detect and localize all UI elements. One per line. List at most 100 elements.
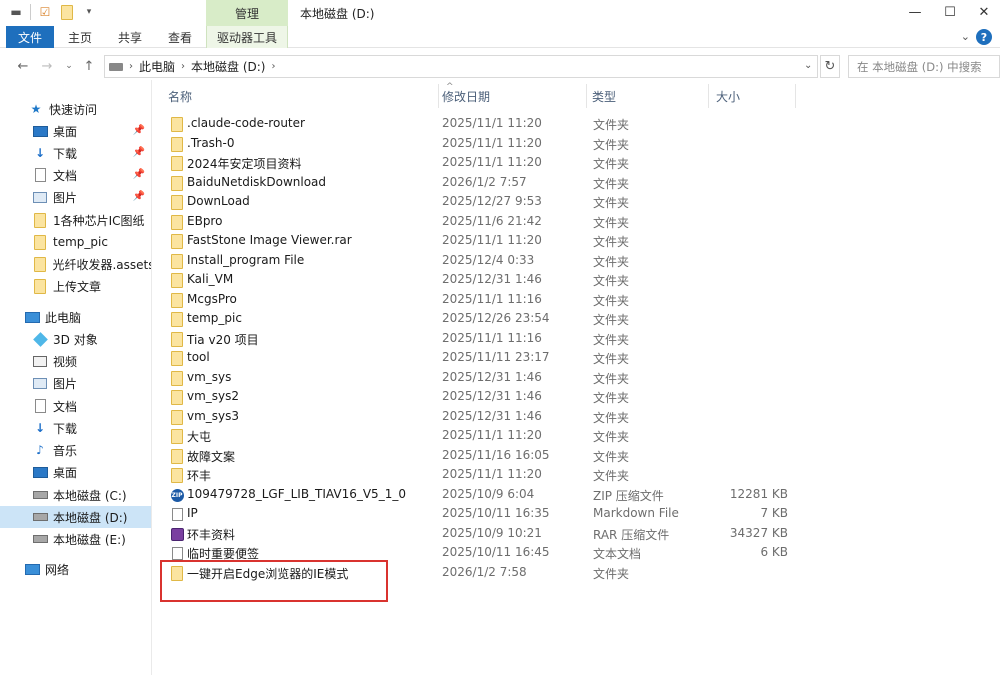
sidebar-label: 图片	[53, 190, 78, 205]
file-type: 文件夹	[593, 391, 630, 405]
sidebar-item-temp-pic[interactable]: temp_pic	[0, 231, 151, 253]
file-row[interactable]: Tia v20 项目 2025/11/1 11:16 文件夹	[152, 329, 1000, 349]
sidebar-item-quick-access[interactable]: ★ 快速访问	[0, 98, 151, 120]
file-row[interactable]: FastStone Image Viewer.rar 2025/11/1 11:2…	[152, 231, 1000, 251]
address-dropdown-icon[interactable]: ⌄	[804, 60, 812, 71]
close-icon[interactable]: ✕	[974, 3, 994, 21]
file-date: 2025/11/11 23:17	[442, 350, 550, 364]
sidebar-item-fiber-assets[interactable]: 光纤收发器.assets	[0, 253, 151, 275]
chevron-right-icon[interactable]: ›	[271, 61, 275, 72]
tab-drive-tools[interactable]: 驱动器工具	[206, 26, 288, 48]
pin-icon[interactable]: 📌	[133, 169, 145, 180]
chevron-right-icon[interactable]: ›	[181, 61, 185, 72]
file-row[interactable]: tool 2025/11/11 23:17 文件夹	[152, 348, 1000, 368]
column-name[interactable]: 名称	[152, 84, 438, 108]
pin-icon[interactable]: 📌	[133, 147, 145, 158]
file-row[interactable]: McgsPro 2025/11/1 11:16 文件夹	[152, 290, 1000, 310]
maximize-icon[interactable]: ☐	[940, 3, 960, 21]
new-folder-icon[interactable]	[59, 4, 75, 20]
sidebar-item-3d-objects[interactable]: 3D 对象	[0, 328, 151, 350]
sidebar-item-pc-downloads[interactable]: ↓ 下载	[0, 417, 151, 439]
chevron-right-icon[interactable]: ›	[129, 61, 133, 72]
file-row[interactable]: BaiduNetdiskDownload 2026/1/2 7:57 文件夹	[152, 173, 1000, 193]
sidebar-item-upload-articles[interactable]: 上传文章	[0, 275, 151, 297]
sidebar-item-downloads[interactable]: ↓ 下载 📌	[0, 142, 151, 164]
file-row[interactable]: EBpro 2025/11/6 21:42 文件夹	[152, 212, 1000, 232]
tab-home[interactable]: 主页	[58, 26, 102, 48]
breadcrumb-this-pc[interactable]: 此电脑	[139, 58, 175, 75]
tab-file[interactable]: 文件	[6, 26, 54, 48]
expand-ribbon-icon[interactable]: ⌄	[961, 30, 970, 43]
up-icon[interactable]: ↑	[80, 57, 98, 75]
sidebar-item-desktop[interactable]: 桌面 📌	[0, 120, 151, 142]
file-date: 2025/12/27 9:53	[442, 194, 542, 208]
file-row[interactable]: 环丰 2025/11/1 11:20 文件夹	[152, 465, 1000, 485]
sidebar-label: 1各种芯片IC图纸	[53, 213, 145, 228]
folder-icon	[170, 175, 184, 191]
sidebar-item-pictures[interactable]: 图片 📌	[0, 186, 151, 208]
file-date: 2025/11/1 11:20	[442, 467, 542, 481]
sidebar-item-pc-pictures[interactable]: 图片	[0, 372, 151, 394]
sidebar-label: 3D 对象	[53, 332, 98, 347]
sidebar-item-drive-e[interactable]: 本地磁盘 (E:)	[0, 528, 151, 550]
customize-qat-icon[interactable]: ▾	[81, 4, 97, 20]
refresh-icon[interactable]: ↻	[820, 55, 840, 78]
file-row[interactable]: Install_program File 2025/12/4 0:33 文件夹	[152, 251, 1000, 271]
sidebar-item-ic-drawings[interactable]: 1各种芯片IC图纸	[0, 209, 151, 231]
file-type: 文件夹	[593, 449, 630, 464]
tab-share[interactable]: 共享	[108, 26, 152, 48]
recent-locations-icon[interactable]: ⌄	[60, 57, 78, 75]
properties-icon[interactable]: ☑	[37, 4, 53, 20]
forward-icon[interactable]: →	[38, 57, 56, 75]
sidebar-item-documents[interactable]: 文档 📌	[0, 164, 151, 186]
sidebar-item-network[interactable]: 网络	[0, 558, 151, 580]
music-icon: ♪	[36, 443, 44, 457]
sidebar-item-drive-d[interactable]: 本地磁盘 (D:)	[0, 506, 151, 528]
file-row[interactable]: vm_sys2 2025/12/31 1:46 文件夹	[152, 387, 1000, 407]
sidebar-item-this-pc[interactable]: 此电脑	[0, 306, 151, 328]
column-size[interactable]: 大小	[700, 84, 790, 108]
tab-view[interactable]: 查看	[158, 26, 202, 48]
file-row[interactable]: DownLoad 2025/12/27 9:53 文件夹	[152, 192, 1000, 212]
column-divider[interactable]	[795, 84, 796, 108]
sidebar-label: 文档	[53, 399, 78, 414]
drive-icon	[32, 510, 48, 524]
file-row[interactable]: vm_sys 2025/12/31 1:46 文件夹	[152, 368, 1000, 388]
file-row[interactable]: vm_sys3 2025/12/31 1:46 文件夹	[152, 407, 1000, 427]
file-date: 2025/11/16 16:05	[442, 447, 550, 462]
sidebar-item-drive-c[interactable]: 本地磁盘 (C:)	[0, 484, 151, 506]
file-row[interactable]: 大屯 2025/11/1 11:20 文件夹	[152, 426, 1000, 446]
column-date-modified[interactable]: 修改日期	[426, 84, 586, 108]
folder-icon	[170, 195, 184, 210]
pin-icon[interactable]: 📌	[133, 125, 145, 136]
drive-icon[interactable]: ▬	[8, 4, 24, 20]
back-icon[interactable]: ←	[14, 57, 32, 75]
file-row[interactable]: .Trash-0 2025/11/1 11:20 文件夹	[152, 134, 1000, 154]
help-icon[interactable]: ?	[976, 29, 992, 45]
folder-icon	[170, 292, 184, 308]
file-row[interactable]: temp_pic 2025/12/26 23:54 文件夹	[152, 309, 1000, 329]
picture-icon	[32, 190, 48, 204]
file-row[interactable]: 环丰资料 2025/10/9 10:21 RAR 压缩文件 34327 KB	[152, 524, 1000, 544]
window-title: 本地磁盘 (D:)	[300, 7, 375, 21]
search-input[interactable]: 在 本地磁盘 (D:) 中搜索	[848, 55, 1000, 78]
file-row[interactable]: IP 2025/10/11 16:35 Markdown File 7 KB	[152, 504, 1000, 524]
file-row[interactable]: .claude-code-router 2025/11/1 11:20 文件夹	[152, 114, 1000, 134]
sidebar-item-pc-desktop[interactable]: 桌面	[0, 461, 151, 483]
sidebar-item-music[interactable]: ♪ 音乐	[0, 439, 151, 461]
address-bar[interactable]: › 此电脑 › 本地磁盘 (D:) ›	[104, 55, 818, 78]
file-date: 2025/11/1 11:16	[442, 330, 542, 345]
minimize-icon[interactable]: —	[905, 3, 925, 21]
column-type[interactable]: 类型	[576, 84, 706, 108]
sidebar-item-pc-documents[interactable]: 文档	[0, 395, 151, 417]
file-row[interactable]: 故障文案 2025/11/16 16:05 文件夹	[152, 446, 1000, 466]
folder-icon	[170, 468, 184, 483]
file-row[interactable]: 2024年安定项目资料 2025/11/1 11:20 文件夹	[152, 153, 1000, 173]
file-row[interactable]: ZIP 109479728_LGF_LIB_TIAV16_V5_1_0 2025/1…	[152, 485, 1000, 505]
sidebar-item-videos[interactable]: 视频	[0, 350, 151, 372]
folder-icon	[32, 212, 48, 228]
pin-icon[interactable]: 📌	[133, 191, 145, 202]
breadcrumb-drive-d[interactable]: 本地磁盘 (D:)	[191, 58, 265, 75]
file-row[interactable]: Kali_VM 2025/12/31 1:46 文件夹	[152, 270, 1000, 290]
file-name: EBpro	[187, 213, 223, 228]
